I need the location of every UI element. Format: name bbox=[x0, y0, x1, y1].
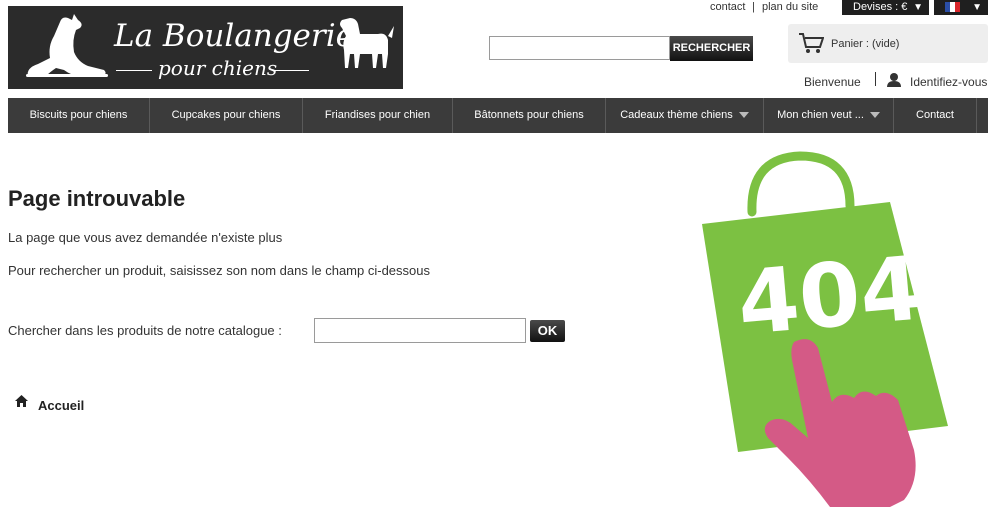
sitemap-link[interactable]: plan du site bbox=[762, 1, 818, 13]
chevron-down-icon: ▼ bbox=[972, 2, 982, 13]
contact-link[interactable]: contact bbox=[710, 1, 745, 13]
bag-handle bbox=[747, 151, 855, 217]
user-separator bbox=[875, 72, 876, 86]
language-dropdown[interactable]: ▼ bbox=[934, 0, 988, 15]
search-input[interactable] bbox=[489, 36, 670, 60]
caret-down-icon bbox=[738, 112, 749, 119]
french-flag-icon bbox=[945, 2, 960, 12]
home-icon bbox=[15, 395, 28, 407]
cart-icon bbox=[799, 33, 824, 53]
currency-dropdown[interactable]: Devises : € ▼ bbox=[842, 0, 929, 15]
cart-block[interactable]: Panier : (vide) bbox=[788, 24, 988, 63]
user-icon bbox=[887, 73, 901, 87]
currency-label: Devises : € bbox=[853, 1, 908, 13]
logo-divider-left bbox=[116, 70, 152, 71]
menu-item-contact[interactable]: Contact bbox=[894, 98, 977, 133]
caret-down-icon bbox=[869, 112, 880, 119]
not-found-message: La page que vous avez demandée n'existe … bbox=[8, 230, 283, 245]
menu-item-label: Friandises pour chien bbox=[324, 109, 431, 121]
page-title: Page introuvable bbox=[8, 186, 186, 211]
logo-divider-right bbox=[273, 70, 309, 71]
menu-item-label: Cadeaux thème chiens bbox=[620, 109, 733, 121]
chevron-down-icon: ▼ bbox=[913, 2, 923, 13]
menu-item-label: Biscuits pour chiens bbox=[29, 109, 128, 121]
menu-item-cupcakes[interactable]: Cupcakes pour chiens bbox=[150, 98, 303, 133]
menu-item-cadeaux[interactable]: Cadeaux thème chiens bbox=[606, 98, 764, 133]
menu-item-friandises[interactable]: Friandises pour chien bbox=[303, 98, 453, 133]
welcome-text: Bienvenue bbox=[804, 75, 861, 89]
menu-item-label: Bâtonnets pour chiens bbox=[474, 109, 584, 121]
menu-item-label: Mon chien veut ... bbox=[777, 109, 864, 121]
search-button[interactable]: RECHERCHER bbox=[670, 36, 753, 61]
home-link[interactable]: Accueil bbox=[38, 398, 84, 413]
menu-item-label: Cupcakes pour chiens bbox=[171, 109, 281, 121]
menu-item-label: Contact bbox=[916, 109, 954, 121]
404-bag-illustration: 404 bbox=[702, 151, 948, 507]
ok-button[interactable]: OK bbox=[530, 320, 565, 342]
site-logo[interactable]: La Boulangerie pour chiens bbox=[8, 6, 403, 89]
menu-item-batonnets[interactable]: Bâtonnets pour chiens bbox=[453, 98, 606, 133]
main-menu: Biscuits pour chiens Cupcakes pour chien… bbox=[8, 98, 988, 133]
link-separator: | bbox=[752, 1, 755, 13]
menu-item-biscuits[interactable]: Biscuits pour chiens bbox=[8, 98, 150, 133]
404-text: 404 bbox=[734, 236, 926, 355]
catalog-search-input[interactable] bbox=[314, 318, 526, 343]
login-link[interactable]: Identifiez-vous bbox=[910, 75, 987, 89]
cart-label: Panier : (vide) bbox=[831, 38, 900, 50]
logo-subtitle: pour chiens bbox=[158, 56, 278, 80]
menu-item-mon-chien[interactable]: Mon chien veut ... bbox=[764, 98, 894, 133]
catalog-search-label: Chercher dans les produits de notre cata… bbox=[8, 323, 282, 338]
logo-title: La Boulangerie bbox=[114, 18, 354, 54]
search-instructions: Pour rechercher un produit, saisissez so… bbox=[8, 263, 430, 278]
great-dane-icon bbox=[26, 14, 108, 77]
